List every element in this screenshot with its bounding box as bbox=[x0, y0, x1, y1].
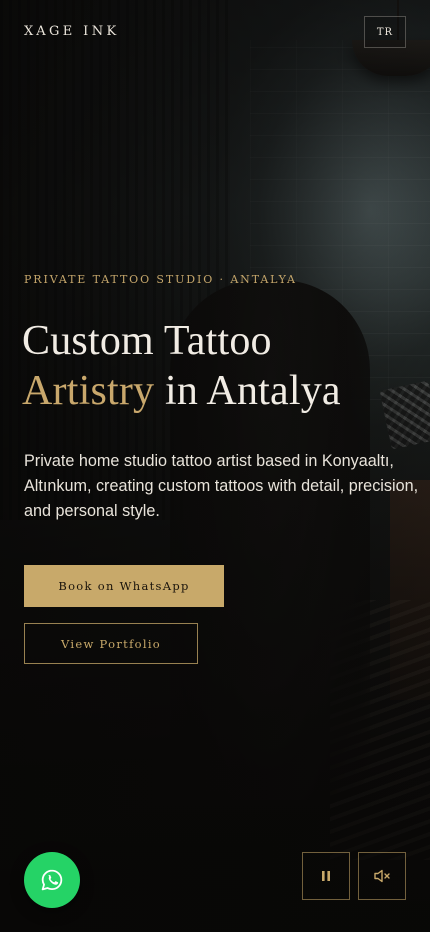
hero-eyebrow: PRIVATE TATTOO STUDIO · ANTALYA bbox=[24, 273, 297, 286]
volume-mute-icon bbox=[374, 869, 390, 883]
book-on-whatsapp-label: Book on WhatsApp bbox=[58, 579, 190, 593]
language-toggle-button[interactable]: TR bbox=[364, 16, 406, 48]
hero-description: Private home studio tattoo artist based … bbox=[24, 452, 419, 520]
pause-video-button[interactable] bbox=[302, 852, 350, 900]
view-portfolio-label: View Portfolio bbox=[60, 636, 162, 651]
headline-rest: in Antalya bbox=[154, 368, 341, 414]
mute-video-button[interactable] bbox=[358, 852, 406, 900]
view-portfolio-button[interactable]: View Portfolio bbox=[24, 623, 198, 664]
book-on-whatsapp-button[interactable]: Book on WhatsApp bbox=[24, 565, 224, 607]
brand-logo[interactable]: XAGE INK bbox=[24, 24, 120, 39]
hero-headline: Custom Tattoo Artistry in Antalya bbox=[22, 316, 422, 416]
hero-section: XAGE INK TR PRIVATE TATTOO STUDIO · ANTA… bbox=[0, 0, 430, 932]
headline-line-1: Custom Tattoo bbox=[22, 318, 272, 364]
headline-accent: Artistry bbox=[22, 368, 155, 414]
whatsapp-icon bbox=[41, 869, 63, 891]
pause-icon bbox=[322, 871, 330, 881]
whatsapp-floating-button[interactable] bbox=[24, 852, 80, 908]
